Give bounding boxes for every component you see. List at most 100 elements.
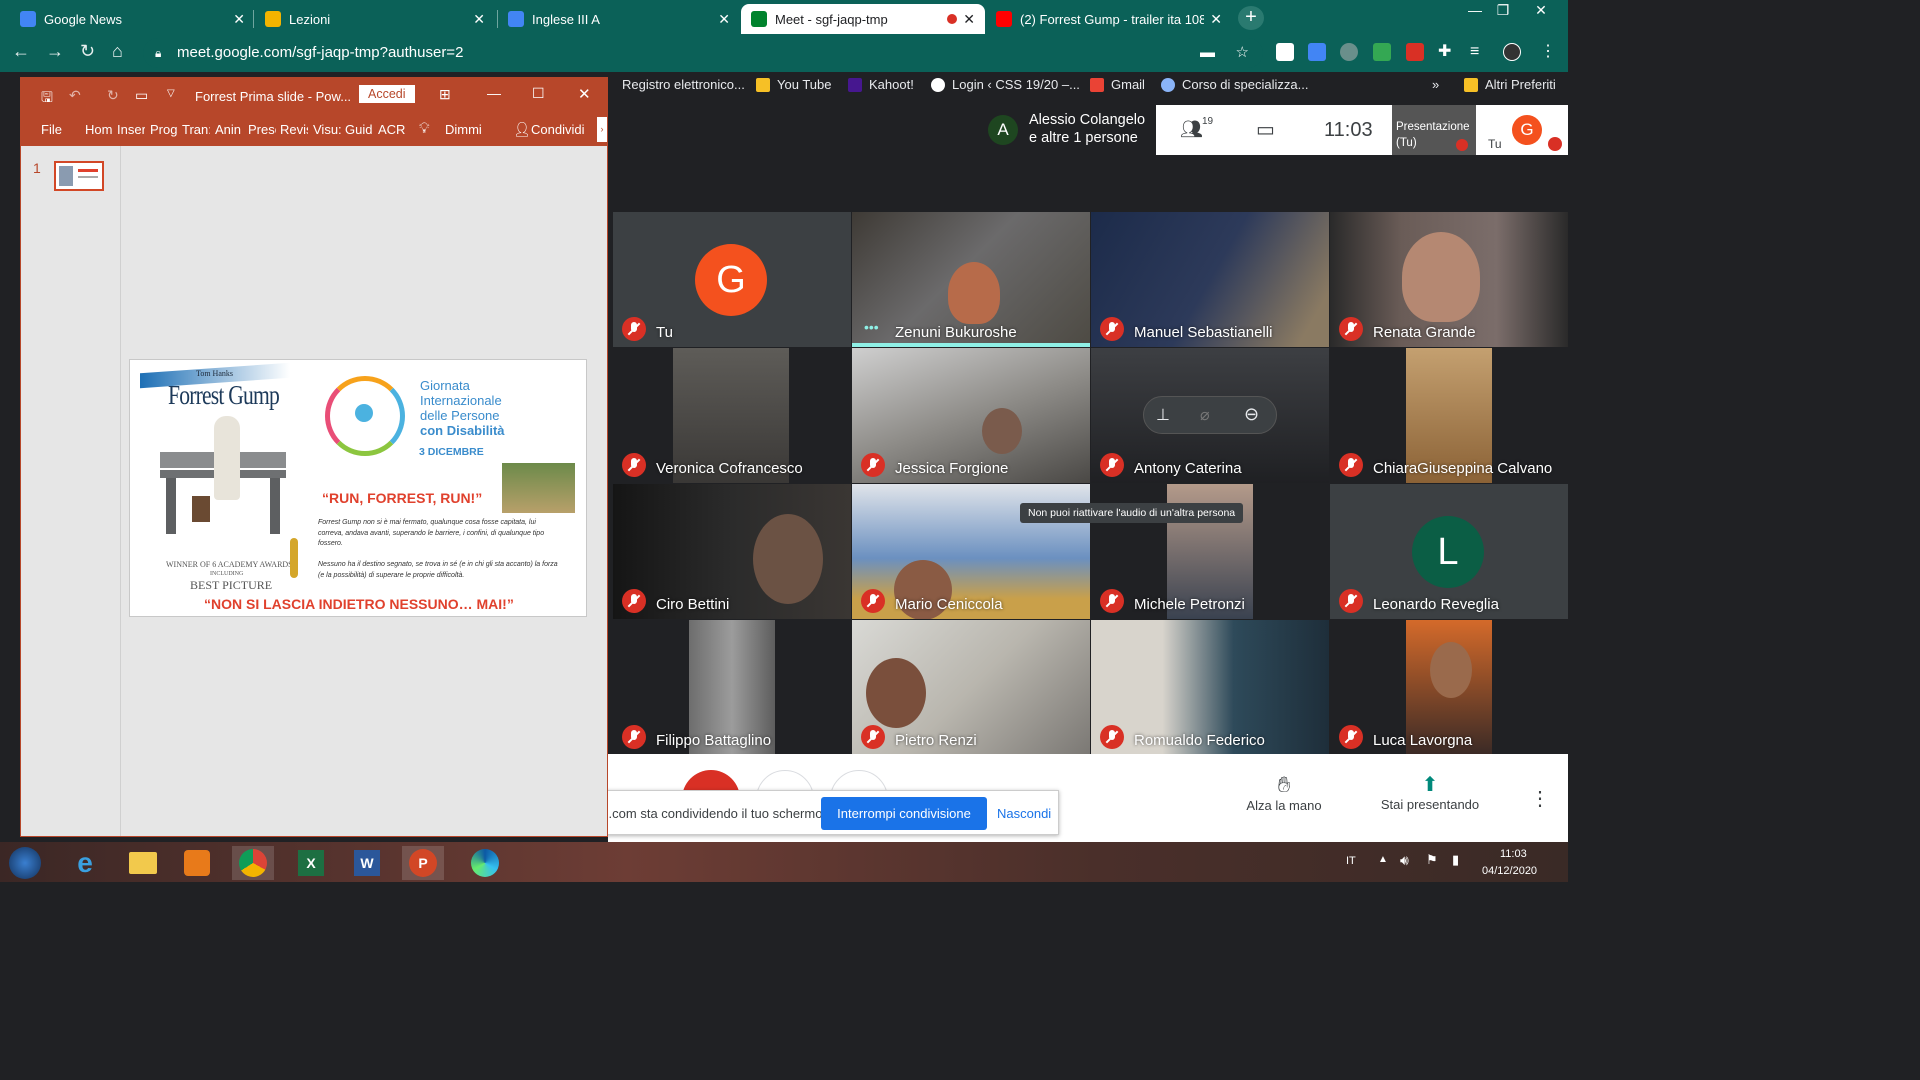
- presenting-button[interactable]: ⬆︎ Stai presentando: [1374, 772, 1486, 812]
- participant-tile[interactable]: Ciro Bettini: [613, 484, 851, 619]
- hide-button[interactable]: Nascondi: [997, 806, 1051, 821]
- presentation-preview[interactable]: Presentazione (Tu): [1392, 105, 1476, 155]
- share-button[interactable]: Condividi: [531, 122, 584, 137]
- extension-icon[interactable]: [1373, 43, 1391, 61]
- bookmark-kahoot[interactable]: Kahoot!: [848, 77, 914, 92]
- minimize-icon[interactable]: —: [487, 85, 501, 101]
- reload-icon[interactable]: ↻: [80, 41, 95, 62]
- participant-tile[interactable]: ••• Zenuni Bukuroshe: [852, 212, 1090, 347]
- puzzle-icon[interactable]: ✚: [1438, 43, 1456, 61]
- remove-icon[interactable]: ⊖: [1244, 404, 1259, 425]
- slideshow-icon[interactable]: ▭: [135, 87, 148, 104]
- edge-icon[interactable]: [464, 846, 506, 880]
- chrome-icon[interactable]: [232, 846, 274, 880]
- avatar[interactable]: [1503, 43, 1521, 61]
- menu-icon[interactable]: ⋮: [1540, 43, 1558, 61]
- tab-file[interactable]: File: [41, 122, 62, 137]
- tray-expand-icon[interactable]: ▲: [1378, 854, 1388, 865]
- participant-tile[interactable]: Veronica Cofrancesco: [613, 348, 851, 483]
- language-indicator[interactable]: IT: [1346, 855, 1356, 867]
- maximize-icon[interactable]: ☐: [532, 85, 545, 102]
- ribbon-display-icon[interactable]: ⊞: [439, 86, 451, 103]
- clock-time[interactable]: 11:03: [1500, 848, 1527, 860]
- participant-tile[interactable]: Romualdo Federico: [1091, 620, 1329, 755]
- tab-acrobat[interactable]: ACR(: [378, 122, 406, 137]
- tab-transitions[interactable]: Tran:: [182, 122, 210, 137]
- bookmark-youtube[interactable]: You Tube: [756, 77, 831, 92]
- tab-google-news[interactable]: Google News ✕: [10, 4, 255, 34]
- participant-tile[interactable]: ⊥ ⌀ ⊖ Antony Caterina: [1091, 348, 1329, 483]
- tab-inglese[interactable]: Inglese III A ✕: [498, 4, 740, 34]
- tab-slideshow[interactable]: Prese: [248, 122, 276, 137]
- pin-icon[interactable]: ⊥: [1156, 405, 1170, 425]
- redo-icon[interactable]: ↻: [107, 87, 119, 104]
- participant-tile[interactable]: G Tu: [613, 212, 851, 347]
- action-center-icon[interactable]: ⚑: [1426, 852, 1438, 868]
- tab-help[interactable]: Guid: [345, 122, 373, 137]
- participant-tile[interactable]: Filippo Battaglino: [613, 620, 851, 755]
- more-options-icon[interactable]: ⋮: [1530, 786, 1550, 811]
- tab-review[interactable]: Revis: [280, 122, 308, 137]
- customize-icon[interactable]: ▽: [167, 88, 175, 99]
- bookmarks-overflow[interactable]: »: [1432, 77, 1439, 92]
- clock-date[interactable]: 04/12/2020: [1482, 865, 1537, 877]
- save-icon[interactable]: 🖫︎: [41, 87, 53, 111]
- extension-icon[interactable]: [1340, 43, 1358, 61]
- participant-tile[interactable]: L Leonardo Reveglia: [1330, 484, 1568, 619]
- ribbon-expand-icon[interactable]: ›: [597, 117, 607, 142]
- chat-icon[interactable]: ▭: [1256, 117, 1275, 142]
- word-icon[interactable]: W: [346, 846, 388, 880]
- bookmark-corso[interactable]: Corso di specializza...: [1161, 77, 1308, 92]
- slide-canvas[interactable]: Tom Hanks Forrest Gump WINNER OF 6 ACADE…: [129, 359, 587, 617]
- start-button[interactable]: [4, 846, 46, 880]
- raise-hand-button[interactable]: ✋︎ Alza la mano: [1244, 772, 1324, 813]
- undo-icon[interactable]: ↶: [69, 87, 81, 104]
- tab-insert[interactable]: Inser: [117, 122, 145, 137]
- stop-sharing-button[interactable]: Interrompi condivisione: [821, 797, 987, 830]
- forward-icon[interactable]: →: [46, 41, 64, 62]
- address-bar[interactable]: 🔒︎ meet.google.com/sgf-jaqp-tmp?authuser…: [143, 38, 1263, 68]
- people-icon[interactable]: 👥︎: [1180, 119, 1203, 140]
- pdf-icon[interactable]: [1406, 43, 1424, 61]
- star-icon[interactable]: ☆: [1236, 38, 1249, 68]
- close-window-icon[interactable]: ✕: [1526, 0, 1556, 22]
- new-tab-button[interactable]: +: [1238, 6, 1264, 30]
- participant-tile[interactable]: Jessica Forgione: [852, 348, 1090, 483]
- camera-icon[interactable]: ▬: [1200, 38, 1215, 68]
- internet-explorer-icon[interactable]: e: [64, 846, 106, 880]
- close-icon[interactable]: ✕: [1210, 11, 1222, 28]
- bookmark-gmail[interactable]: Gmail: [1090, 77, 1145, 92]
- close-icon[interactable]: ✕: [578, 85, 591, 103]
- home-icon[interactable]: ⌂: [112, 41, 123, 62]
- tab-meet[interactable]: Meet - sgf-jaqp-tmp ✕: [741, 4, 985, 34]
- presenter-panel[interactable]: A Alessio Colangelo e altre 1 persone: [980, 105, 1156, 155]
- participant-tile[interactable]: Renata Grande: [1330, 212, 1568, 347]
- participant-tile[interactable]: Pietro Renzi: [852, 620, 1090, 755]
- bookmark-login[interactable]: Login ‹ CSS 19/20 –...: [931, 77, 1080, 92]
- participant-tile[interactable]: ChiaraGiuseppina Calvano: [1330, 348, 1568, 483]
- media-player-icon[interactable]: [176, 846, 218, 880]
- close-icon[interactable]: ✕: [233, 11, 245, 28]
- close-icon[interactable]: ✕: [718, 11, 730, 28]
- minimize-icon[interactable]: —: [1460, 0, 1490, 22]
- back-icon[interactable]: ←: [12, 41, 30, 62]
- extension-icon[interactable]: [1276, 43, 1294, 61]
- volume-icon[interactable]: 🔊︎: [1400, 852, 1409, 869]
- powerpoint-icon[interactable]: P: [402, 846, 444, 880]
- tab-view[interactable]: Visu:: [313, 122, 341, 137]
- tab-lezioni[interactable]: Lezioni ✕: [255, 4, 495, 34]
- tab-animations[interactable]: Anin: [215, 122, 243, 137]
- excel-icon[interactable]: X: [290, 846, 332, 880]
- restore-icon[interactable]: ❐: [1488, 0, 1518, 22]
- participant-tile[interactable]: Luca Lavorgna: [1330, 620, 1568, 755]
- bookmark-registro[interactable]: Registro elettronico...: [622, 77, 745, 92]
- close-icon[interactable]: ✕: [963, 11, 975, 28]
- signin-button[interactable]: Accedi: [359, 85, 415, 103]
- tab-design[interactable]: Prog: [150, 122, 178, 137]
- participant-tile[interactable]: Manuel Sebastianelli: [1091, 212, 1329, 347]
- tell-me-box[interactable]: Dimmi: [445, 122, 482, 137]
- tab-home[interactable]: Hom: [85, 122, 113, 137]
- media-icon[interactable]: ≡: [1470, 43, 1488, 61]
- translate-icon[interactable]: [1308, 43, 1326, 61]
- file-explorer-icon[interactable]: [122, 846, 164, 880]
